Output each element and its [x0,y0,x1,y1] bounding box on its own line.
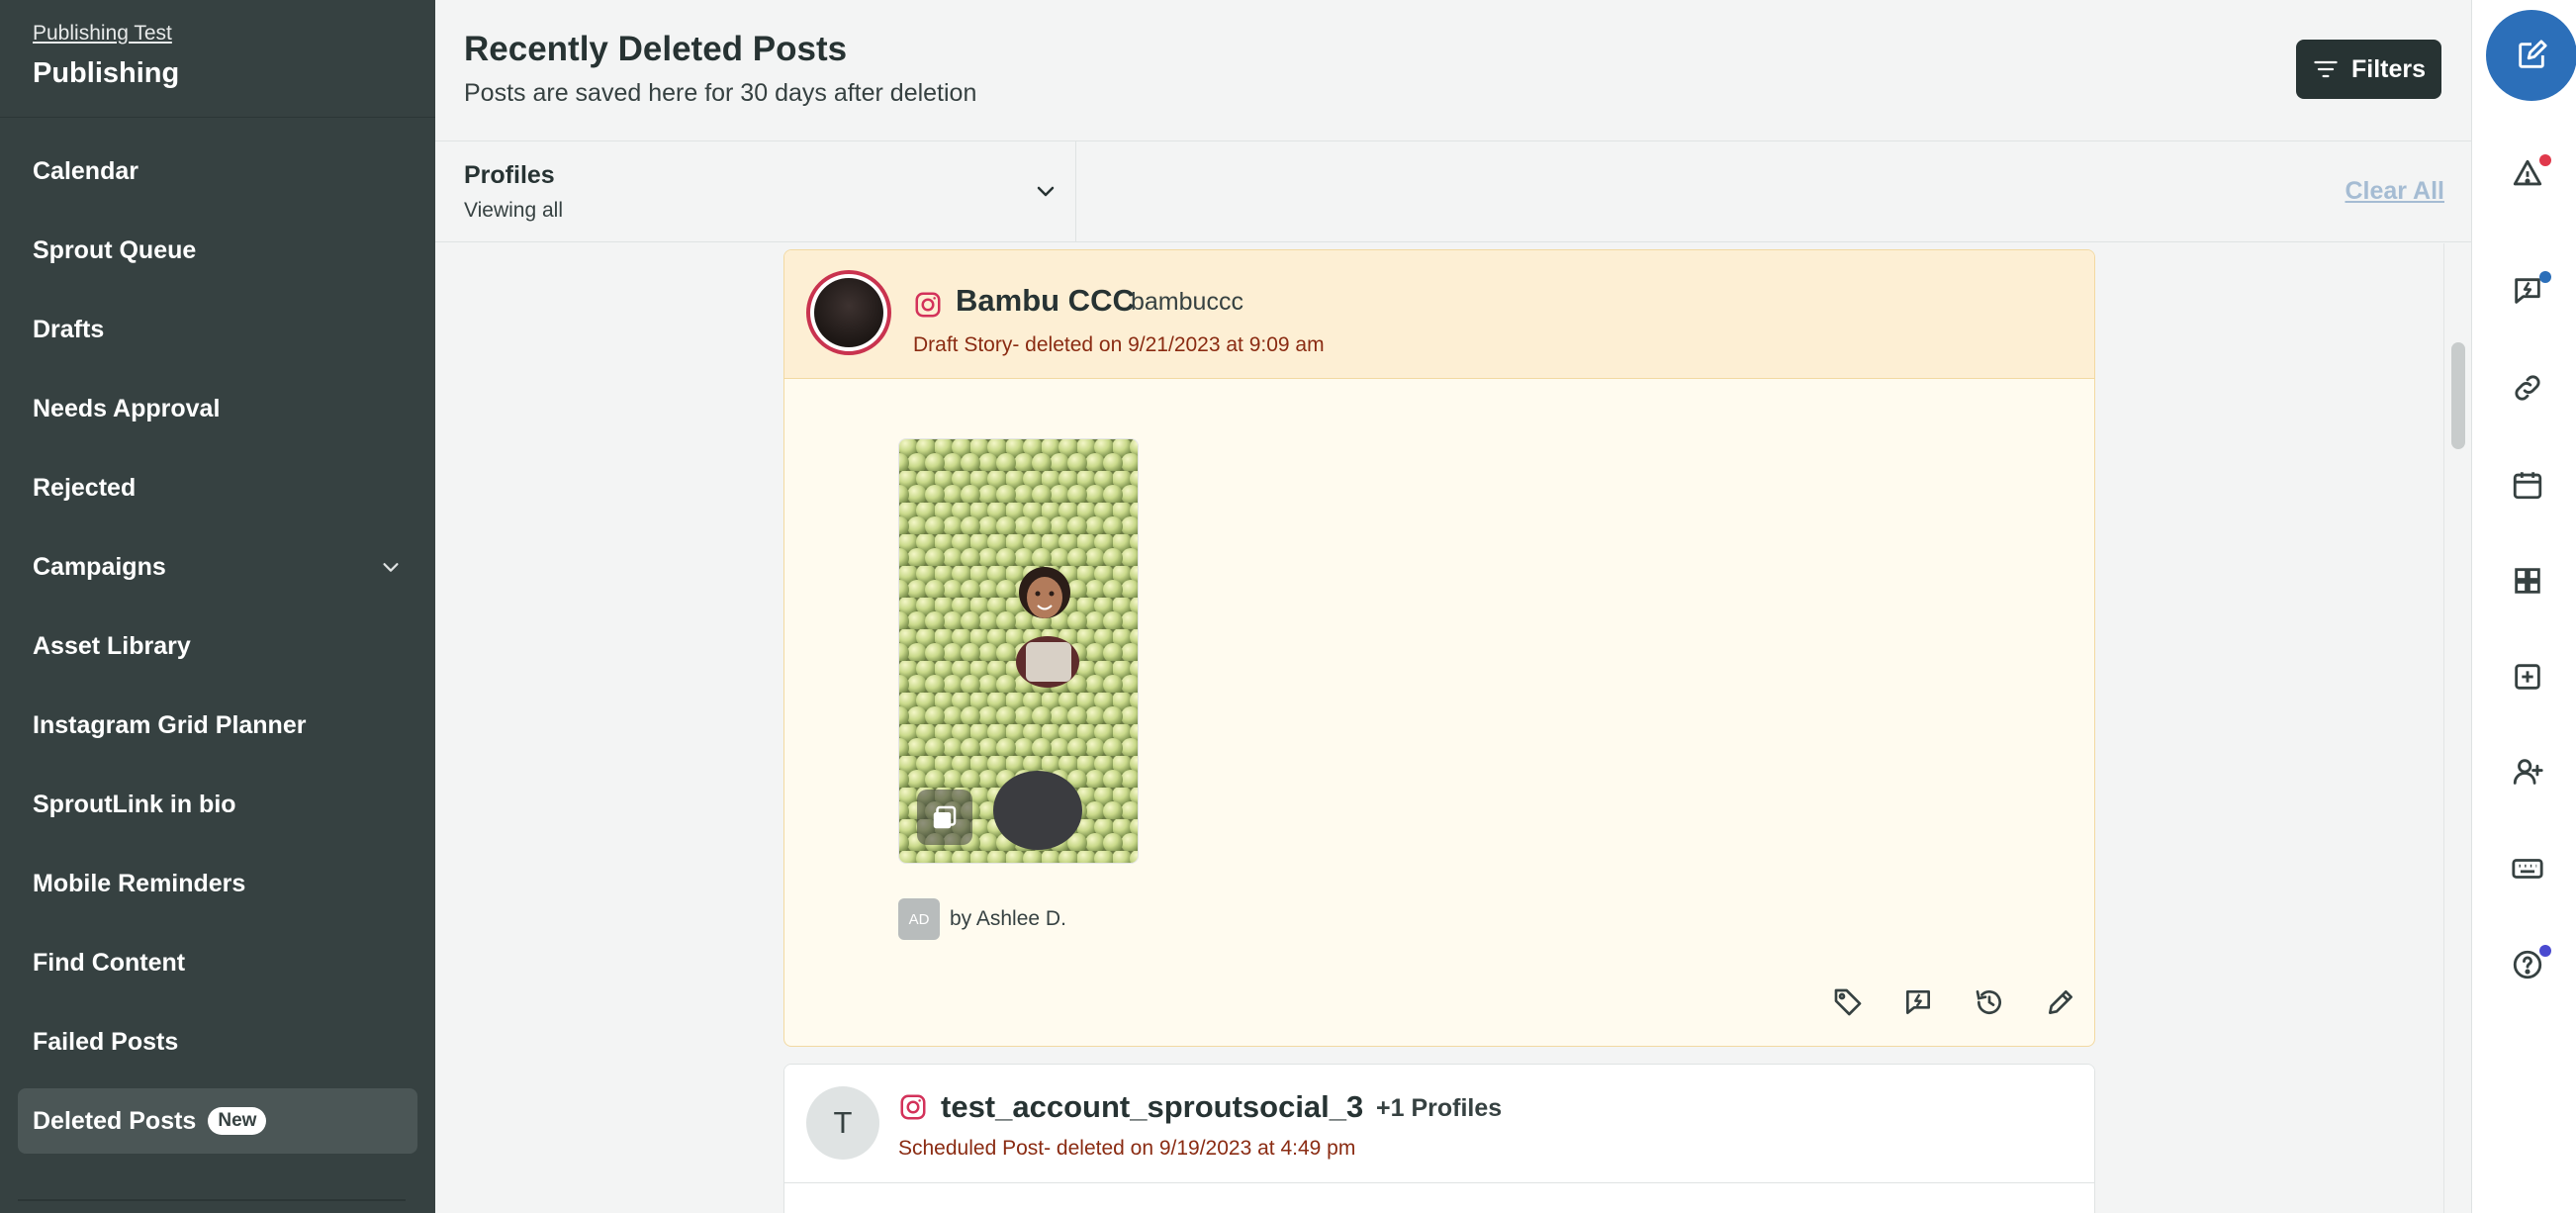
sidebar-nav: Calendar Sprout Queue Drafts Needs Appro… [0,139,435,1167]
right-rail [2471,0,2576,1213]
sidebar-header: Publishing Test Publishing [0,0,435,118]
sidebar-item-needs-approval[interactable]: Needs Approval [18,376,417,441]
post-author: AD by Ashlee D. [898,898,1066,940]
alert-dot [2539,154,2551,166]
chevron-down-icon[interactable] [380,556,402,578]
sidebar-item-find-content[interactable]: Find Content [18,930,417,995]
compose-icon [2519,40,2547,68]
sidebar-item-label: Deleted Posts [33,1106,197,1135]
help-icon[interactable] [2508,945,2551,984]
help-dot [2539,945,2551,957]
message-icon[interactable] [1898,982,1938,1022]
sidebar-item-sprout-queue[interactable]: Sprout Queue [18,218,417,283]
profiles-dropdown[interactable]: Profiles Viewing all [435,141,1076,242]
extra-profiles-count[interactable]: +1 Profiles [1376,1094,1502,1123]
account-handle: bambuccc [1131,288,1243,316]
new-badge: New [208,1107,267,1135]
page-subtitle: Posts are saved here for 30 days after d… [464,79,977,107]
sidebar-item-label: Mobile Reminders [33,869,246,897]
author-avatar: AD [898,898,940,940]
scrollbar[interactable] [2443,243,2471,1213]
profiles-value: Viewing all [464,199,564,222]
sidebar-item-label: Sprout Queue [33,235,197,264]
profiles-label: Profiles [464,161,555,189]
sidebar-item-asset-library[interactable]: Asset Library [18,613,417,679]
sidebar-item-instagram-grid-planner[interactable]: Instagram Grid Planner [18,693,417,758]
scrollbar-thumb[interactable] [2451,342,2465,449]
author-name: by Ashlee D. [950,907,1066,930]
sidebar-item-label: Find Content [33,948,186,977]
post-card-header: T test_account_sproutsocial_3 +1 Profile… [784,1065,2094,1183]
sidebar-item-label: SproutLink in bio [33,790,236,818]
add-user-icon[interactable] [2508,752,2547,792]
post-card: T test_account_sproutsocial_3 +1 Profile… [783,1064,2095,1213]
post-card: Bambu CCC bambuccc Draft Story- deleted … [783,249,2095,1047]
sidebar-item-calendar[interactable]: Calendar [18,139,417,204]
sidebar-divider [18,1199,406,1201]
message-icon[interactable] [2508,271,2551,311]
chevron-down-icon [1037,186,1055,197]
org-link[interactable]: Publishing Test [33,22,435,46]
sidebar-item-failed-posts[interactable]: Failed Posts [18,1009,417,1074]
link-icon[interactable] [2508,368,2547,408]
instagram-icon [900,1094,926,1120]
avatar: T [806,1086,879,1160]
account-name: Bambu CCC [956,283,1135,318]
post-actions [784,982,2094,1032]
sidebar-item-label: Calendar [33,156,138,185]
post-media-thumbnail[interactable] [898,438,1139,864]
sidebar-item-deleted-posts[interactable]: Deleted Posts New [18,1088,417,1154]
post-meta: Scheduled Post- deleted on 9/19/2023 at … [898,1137,1356,1160]
sidebar-item-campaigns[interactable]: Campaigns [18,534,417,600]
tag-icon[interactable] [1828,982,1868,1022]
alert-icon[interactable] [2508,154,2551,194]
sidebar-title: Publishing [33,57,180,89]
sidebar-item-label: Asset Library [33,631,191,660]
calendar-icon[interactable] [2508,465,2547,505]
sidebar-item-drafts[interactable]: Drafts [18,297,417,362]
keyboard-icon[interactable] [2508,849,2547,888]
page-header: Recently Deleted Posts Posts are saved h… [435,0,2471,141]
clear-all-link[interactable]: Clear All [2345,177,2444,206]
sidebar-item-label: Failed Posts [33,1027,179,1056]
sidebar-item-label: Instagram Grid Planner [33,710,307,739]
sidebar-item-label: Rejected [33,473,137,502]
page-title: Recently Deleted Posts [464,30,848,68]
multi-media-icon [917,790,972,845]
account-name: test_account_sproutsocial_3 [941,1089,1364,1124]
avatar [806,270,891,355]
filters-button[interactable]: Filters [2296,40,2441,99]
grid-icon[interactable] [2508,561,2547,601]
post-meta: Draft Story- deleted on 9/21/2023 at 9:0… [913,333,1325,356]
sidebar-item-label: Needs Approval [33,394,221,422]
sidebar: Publishing Test Publishing Calendar Spro… [0,0,435,1213]
sidebar-item-label: Campaigns [33,552,166,581]
compose-button[interactable] [2486,10,2576,101]
sidebar-item-mobile-reminders[interactable]: Mobile Reminders [18,851,417,916]
add-icon[interactable] [2508,657,2547,697]
pencil-icon[interactable] [2041,982,2080,1022]
history-icon[interactable] [1970,982,2009,1022]
message-dot [2539,271,2551,283]
sidebar-item-rejected[interactable]: Rejected [18,455,417,520]
sidebar-item-sproutlink-in-bio[interactable]: SproutLink in bio [18,772,417,837]
sidebar-item-label: Drafts [33,315,105,343]
post-card-header: Bambu CCC bambuccc Draft Story- deleted … [784,250,2094,379]
deleted-posts-list: Bambu CCC bambuccc Draft Story- deleted … [435,243,2443,1213]
filters-label: Filters [2350,54,2427,83]
filter-icon [2314,60,2338,78]
instagram-icon [915,292,941,318]
filter-bar: Profiles Viewing all Clear All [435,141,2471,242]
